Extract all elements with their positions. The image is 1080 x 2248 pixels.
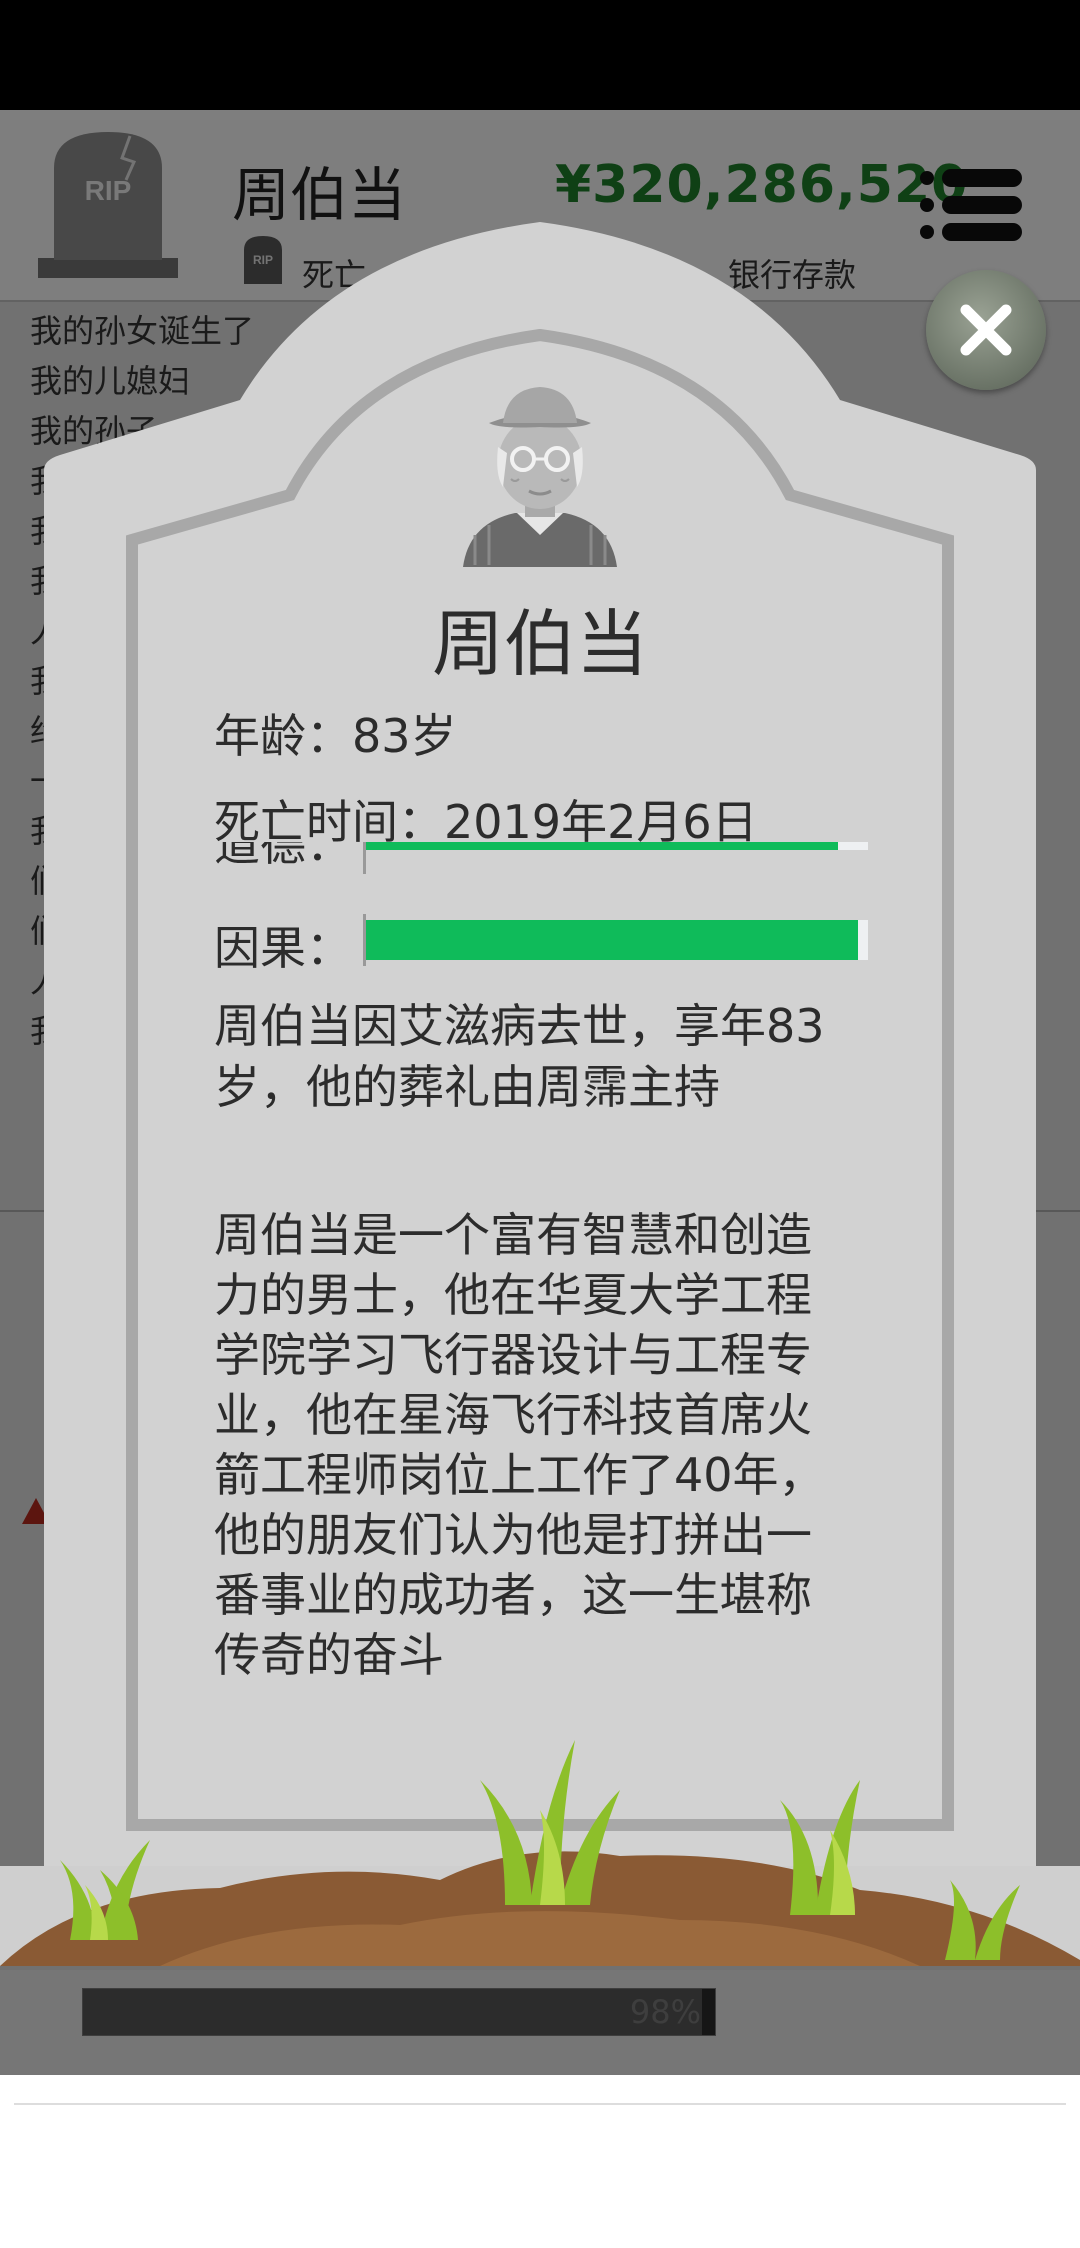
age-value: 83岁 — [352, 709, 457, 763]
death-date-value: 2019年2月6日 — [444, 795, 758, 849]
karma-bar-fill — [366, 920, 858, 960]
tombstone-popup — [0, 222, 1080, 1966]
deceased-name: 周伯当 — [431, 602, 648, 686]
death-date-label: 死亡时间： — [214, 795, 444, 849]
morality-bar — [363, 842, 868, 874]
stat-row-clipped: 道德： — [150, 842, 910, 874]
morality-label: 道德： — [214, 842, 352, 871]
age-row: 年龄：83岁 — [214, 700, 457, 766]
biography-text[interactable]: 周伯当是一个富有智慧和创造力的男士，他在华夏大学工程学院学习飞行器设计与工程专业… — [214, 1205, 834, 1685]
age-label: 年龄： — [214, 709, 352, 763]
close-button[interactable] — [926, 270, 1046, 390]
death-note: 周伯当因艾滋病去世，享年83岁，他的葬礼由周霈主持 — [214, 999, 825, 1114]
close-icon — [960, 304, 1012, 356]
karma-bar — [363, 914, 868, 966]
morality-bar-fill — [366, 842, 838, 850]
karma-label: 因果： — [214, 921, 352, 975]
old-man-avatar-icon — [463, 387, 617, 567]
